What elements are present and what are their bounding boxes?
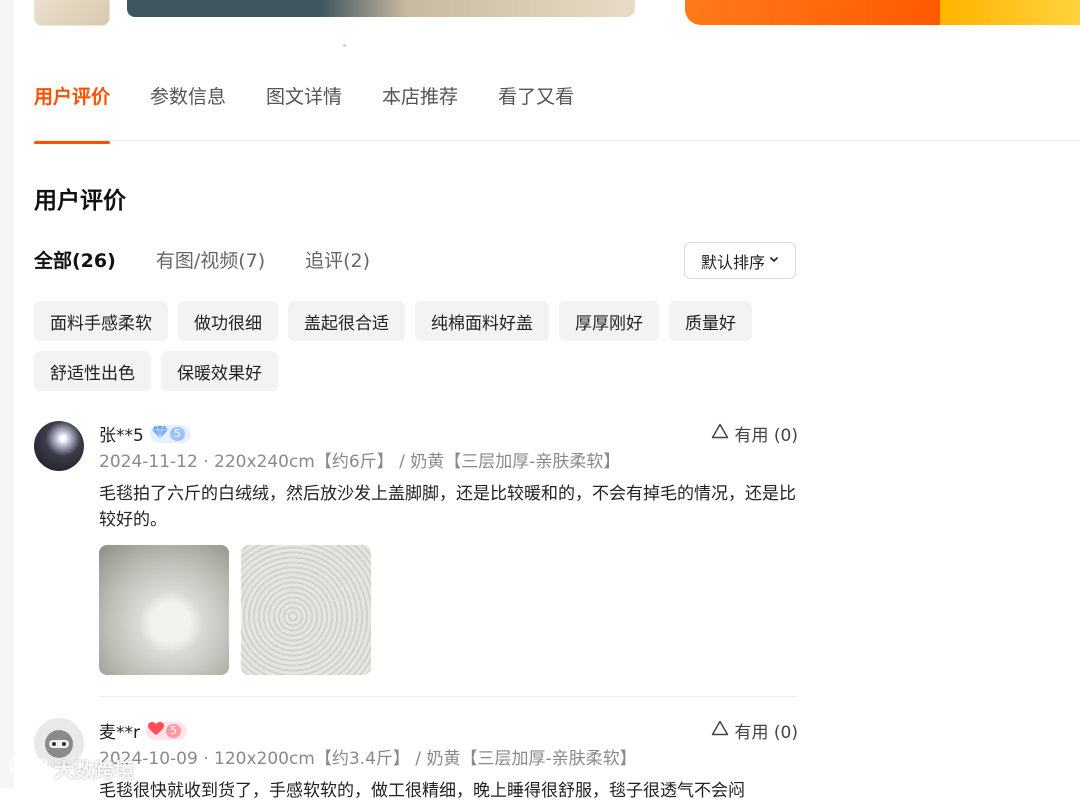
purchase-buttons: [685, 0, 1080, 25]
useful-label: 有用 (0): [734, 426, 798, 446]
review-item: 麦**r 5 有用 (0) 2024-10-09 · 120x200cm【约3.…: [34, 718, 798, 801]
review-tags: 面料手感柔软 做功很细 盖起很合适 纯棉面料好盖 厚厚刚好 质量好 舒适性出色 …: [34, 301, 774, 391]
member-level-badge: 5: [149, 424, 191, 443]
review-photo[interactable]: [241, 545, 371, 675]
review-meta: 2024-10-09 · 120x200cm【约3.4斤】 / 奶黄【三层加厚-…: [99, 749, 637, 769]
review-tag[interactable]: 面料手感柔软: [34, 301, 168, 341]
level-number: 5: [166, 723, 181, 738]
left-gutter: [0, 0, 14, 788]
tab-params[interactable]: 参数信息: [150, 82, 226, 126]
add-to-cart-button[interactable]: [940, 0, 1080, 25]
review-tag[interactable]: 保暖效果好: [161, 351, 278, 391]
watermark: 大数跨境: [8, 754, 134, 783]
review-tag[interactable]: 做功很细: [178, 301, 278, 341]
review-photos: [99, 545, 371, 675]
review-username: 张**5: [99, 426, 144, 446]
filter-follow-up[interactable]: 追评(2): [305, 246, 370, 273]
filter-all[interactable]: 全部(26): [34, 246, 116, 273]
buy-now-button[interactable]: [685, 0, 940, 25]
review-tag[interactable]: 舒适性出色: [34, 351, 151, 391]
detail-tabs: 用户评价 参数信息 图文详情 本店推荐 看了又看: [34, 82, 574, 144]
review-meta: 2024-11-12 · 220x240cm【约6斤】 / 奶黄【三层加厚-亲肤…: [99, 452, 621, 472]
member-level-badge: 5: [146, 721, 187, 740]
review-tag[interactable]: 质量好: [669, 301, 752, 341]
review-item: 张**5 5 有用 (0) 2024-11-12 · 220x240cm【约6斤…: [34, 421, 798, 681]
review-content: 毛毯很快就收到货了，手感软软的，做工很精细，晚上睡得很舒服，毯子很透气不会闷: [99, 781, 745, 801]
sort-dropdown[interactable]: 默认排序: [684, 242, 796, 279]
carousel-indicator: [343, 44, 346, 47]
useful-button[interactable]: 有用 (0): [711, 421, 798, 446]
level-number: 5: [169, 426, 185, 441]
tabs-divider: [34, 140, 1080, 141]
product-image[interactable]: [127, 0, 635, 17]
useful-label: 有用 (0): [734, 723, 798, 743]
heart-icon: [148, 722, 164, 739]
chevron-down-icon: [769, 254, 779, 267]
thumbs-up-icon: [711, 720, 729, 741]
review-tag[interactable]: 纯棉面料好盖: [415, 301, 549, 341]
tab-store-recommend[interactable]: 本店推荐: [382, 82, 458, 126]
filter-with-media[interactable]: 有图/视频(7): [156, 246, 265, 273]
sort-label: 默认排序: [700, 252, 765, 272]
tab-reviews[interactable]: 用户评价: [34, 82, 111, 144]
review-photo[interactable]: [99, 545, 229, 675]
product-thumbnail[interactable]: [34, 0, 110, 26]
useful-button[interactable]: 有用 (0): [711, 718, 798, 743]
tab-also-viewed[interactable]: 看了又看: [498, 82, 574, 126]
diamond-icon: [151, 425, 168, 442]
review-username: 麦**r: [99, 723, 140, 743]
tab-details[interactable]: 图文详情: [266, 82, 342, 126]
review-filters: 全部(26) 有图/视频(7) 追评(2): [34, 246, 370, 273]
thumbs-up-icon: [711, 423, 729, 444]
watermark-text: 大数跨境: [54, 758, 134, 782]
watermark-logo-icon: [8, 755, 48, 782]
review-content: 毛毯拍了六斤的白绒绒，然后放沙发上盖脚脚，还是比较暖和的，不会有掉毛的情况，还是…: [99, 484, 796, 530]
review-divider: [99, 696, 797, 697]
review-tag[interactable]: 盖起很合适: [288, 301, 405, 341]
review-tag[interactable]: 厚厚刚好: [559, 301, 659, 341]
section-title: 用户评价: [34, 188, 126, 214]
avatar[interactable]: [34, 421, 84, 471]
